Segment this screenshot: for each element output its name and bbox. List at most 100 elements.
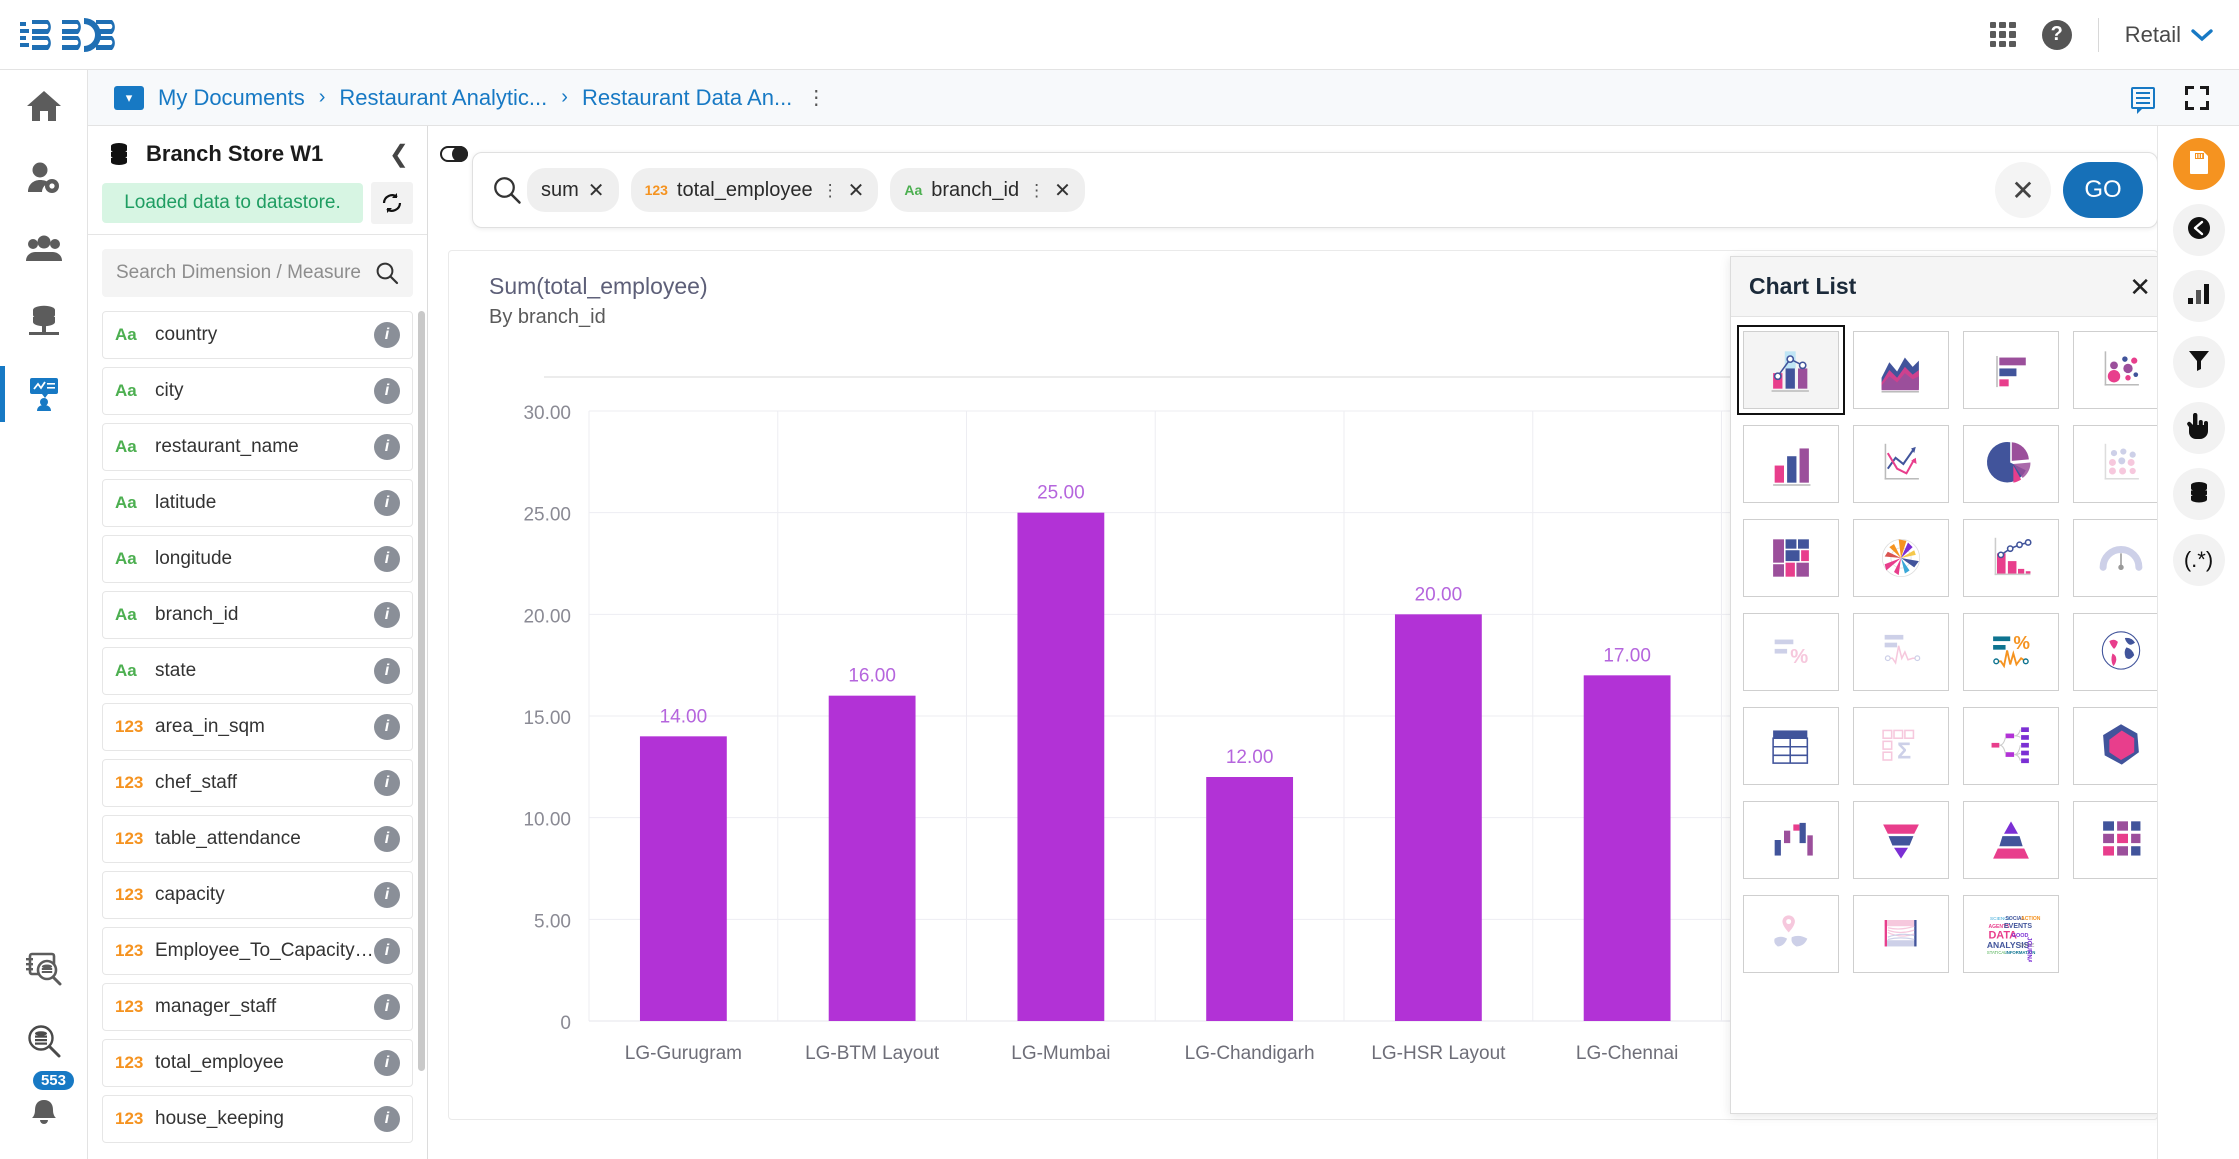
tool-chart-properties[interactable] — [2172, 270, 2225, 322]
info-icon[interactable]: i — [374, 602, 400, 628]
workspace-selector[interactable]: Retail — [2125, 22, 2213, 48]
chart-type-funnel-chart[interactable] — [1853, 801, 1949, 879]
field-item-longitude[interactable]: Aa longitude i — [102, 535, 413, 583]
bar-lg-chandigarh[interactable] — [1206, 777, 1294, 1021]
info-icon[interactable]: i — [374, 546, 400, 572]
sidebar-item-groups[interactable] — [0, 214, 88, 286]
field-item-country[interactable]: Aa country i — [102, 311, 413, 359]
grid-apps-icon[interactable] — [1989, 21, 2016, 48]
close-icon[interactable]: ✕ — [2129, 274, 2151, 300]
tool-datastore-stack[interactable] — [2172, 468, 2225, 520]
chart-type-pareto-chart[interactable] — [1963, 519, 2059, 597]
field-item-city[interactable]: Aa city i — [102, 367, 413, 415]
tool-regex[interactable]: (.*) — [2172, 534, 2225, 586]
info-icon[interactable]: i — [374, 770, 400, 796]
chart-type-kpi-percent-sparkline-tile[interactable]: % — [1963, 613, 2059, 691]
query-chip-sum[interactable]: sum ✕ — [527, 168, 619, 212]
sidebar-item-notifications[interactable]: 553 — [0, 1071, 88, 1149]
chart-type-kpi-sparkline-tile[interactable] — [1853, 613, 1949, 691]
query-box[interactable]: sum ✕ 123 total_employee ⋮ ✕ Aa branch_id ⋮ ✕ ✕ G… — [472, 152, 2158, 228]
chart-type-pyramid-chart[interactable] — [1963, 801, 2059, 879]
info-icon[interactable]: i — [374, 882, 400, 908]
chip-kebab-menu[interactable]: ⋮ — [1028, 182, 1045, 199]
help-icon[interactable]: ? — [2041, 19, 2072, 50]
bar-lg-chennai[interactable] — [1583, 675, 1671, 1021]
chart-type-bubble-scatter-chart[interactable] — [2073, 331, 2169, 409]
chart-type-column-bar-chart[interactable] — [1743, 425, 1839, 503]
chip-remove-icon[interactable]: ✕ — [588, 178, 605, 203]
chart-type-decomposition-tree[interactable] — [1963, 707, 2059, 785]
tool-interaction-pointer[interactable] — [2172, 402, 2225, 454]
field-item-area-in-sqm[interactable]: 123 area_in_sqm i — [102, 703, 413, 751]
info-icon[interactable]: i — [374, 1050, 400, 1076]
sidebar-item-user-settings[interactable] — [0, 142, 88, 214]
chart-type-dot-density-chart[interactable] — [2073, 425, 2169, 503]
chart-type-line-trend-chart[interactable] — [1853, 425, 1949, 503]
nl-query-toggle[interactable] — [440, 146, 468, 162]
info-icon[interactable]: i — [374, 658, 400, 684]
info-icon[interactable]: i — [374, 994, 400, 1020]
breadcrumb-kebab-menu[interactable]: ⋮ — [806, 88, 826, 108]
clear-query-button[interactable]: ✕ — [1995, 162, 2051, 218]
field-item-chef-staff[interactable]: 123 chef_staff i — [102, 759, 413, 807]
refresh-icon[interactable] — [371, 182, 413, 224]
fullscreen-icon[interactable] — [2185, 85, 2209, 110]
search-icon[interactable] — [487, 175, 527, 205]
field-item-house-keeping[interactable]: 123 house_keeping i — [102, 1095, 413, 1143]
chart-type-pivot-summary-table[interactable]: Σ — [1853, 707, 1949, 785]
comment-icon[interactable] — [2131, 86, 2155, 114]
chip-remove-icon[interactable]: ✕ — [1054, 178, 1071, 203]
chart-type-pie-chart[interactable] — [1963, 425, 2059, 503]
chart-type-globe-map-chart[interactable] — [2073, 613, 2169, 691]
bar-lg-gurugram[interactable] — [639, 736, 727, 1021]
field-item-latitude[interactable]: Aa latitude i — [102, 479, 413, 527]
query-chip-total-employee[interactable]: 123 total_employee ⋮ ✕ — [630, 168, 879, 212]
query-chip-branch-id[interactable]: Aa branch_id ⋮ ✕ — [890, 168, 1085, 212]
chart-type-geo-pin-map-chart[interactable] — [1743, 895, 1839, 973]
search-input[interactable] — [116, 262, 375, 284]
search-dimension-measure-box[interactable] — [102, 249, 413, 297]
chip-remove-icon[interactable]: ✕ — [848, 178, 865, 203]
bdb-logo[interactable] — [18, 12, 128, 58]
chart-type-radar-polygon-chart[interactable] — [2073, 707, 2169, 785]
info-icon[interactable]: i — [374, 490, 400, 516]
chart-type-horizontal-bar-chart[interactable] — [1963, 331, 2059, 409]
info-icon[interactable]: i — [374, 378, 400, 404]
info-icon[interactable]: i — [374, 434, 400, 460]
field-item-state[interactable]: Aa state i — [102, 647, 413, 695]
bar-lg-btm-layout[interactable] — [828, 695, 916, 1021]
info-icon[interactable]: i — [374, 938, 400, 964]
tool-filter[interactable] — [2172, 336, 2225, 388]
breadcrumb-item-restaurant-data-analysis[interactable]: Restaurant Data An... — [582, 85, 792, 111]
info-icon[interactable]: i — [374, 322, 400, 348]
chart-type-combo-bar-line-chart[interactable] — [1737, 325, 1845, 415]
field-item-manager-staff[interactable]: 123 manager_staff i — [102, 983, 413, 1031]
field-list-scrollbar[interactable] — [418, 311, 425, 1071]
chart-type-tile-matrix-chart[interactable] — [2073, 801, 2169, 879]
folder-icon[interactable]: ▾ — [114, 85, 144, 110]
field-item-total-employee[interactable]: 123 total_employee i — [102, 1039, 413, 1087]
chart-type-candlestick-chart[interactable] — [1743, 801, 1839, 879]
sidebar-item-analytics[interactable] — [0, 358, 88, 430]
sidebar-item-datastore[interactable] — [0, 286, 88, 358]
tool-save[interactable] — [2172, 138, 2225, 190]
field-item-branch-id[interactable]: Aa branch_id i — [102, 591, 413, 639]
breadcrumb-item-my-documents[interactable]: My Documents — [158, 85, 305, 111]
chevron-left-icon[interactable]: ❮ — [389, 140, 409, 169]
bar-lg-mumbai[interactable] — [1017, 512, 1105, 1021]
go-button[interactable]: GO — [2063, 162, 2143, 218]
chip-kebab-menu[interactable]: ⋮ — [822, 182, 839, 199]
field-item-table-attendance[interactable]: 123 table_attendance i — [102, 815, 413, 863]
query-chip-row[interactable]: sum ✕ 123 total_employee ⋮ ✕ Aa branch_id ⋮ ✕ — [527, 168, 1995, 212]
info-icon[interactable]: i — [374, 714, 400, 740]
search-icon[interactable] — [375, 261, 399, 285]
chart-type-sankey-chart[interactable] — [1853, 895, 1949, 973]
chart-type-stacked-area-chart[interactable] — [1853, 331, 1949, 409]
field-item-employee-to-capacity[interactable]: 123 Employee_To_Capacity_... i — [102, 927, 413, 975]
chart-list-grid[interactable]: %% Σ SCIENCE SOCIAL ACTION AGENTS EVENTS DATA GO… — [1731, 317, 2169, 1113]
chart-type-kpi-percent-tile[interactable]: % — [1743, 613, 1839, 691]
field-list[interactable]: Aa country i Aa city i Aa restaurant_name i Aa lat… — [88, 311, 427, 1159]
chart-type-word-cloud-chart[interactable]: SCIENCE SOCIAL ACTION AGENTS EVENTS DATA GOOD A… — [1963, 895, 2059, 973]
chart-type-treemap-chart[interactable] — [1743, 519, 1839, 597]
sidebar-item-home[interactable] — [0, 70, 88, 142]
